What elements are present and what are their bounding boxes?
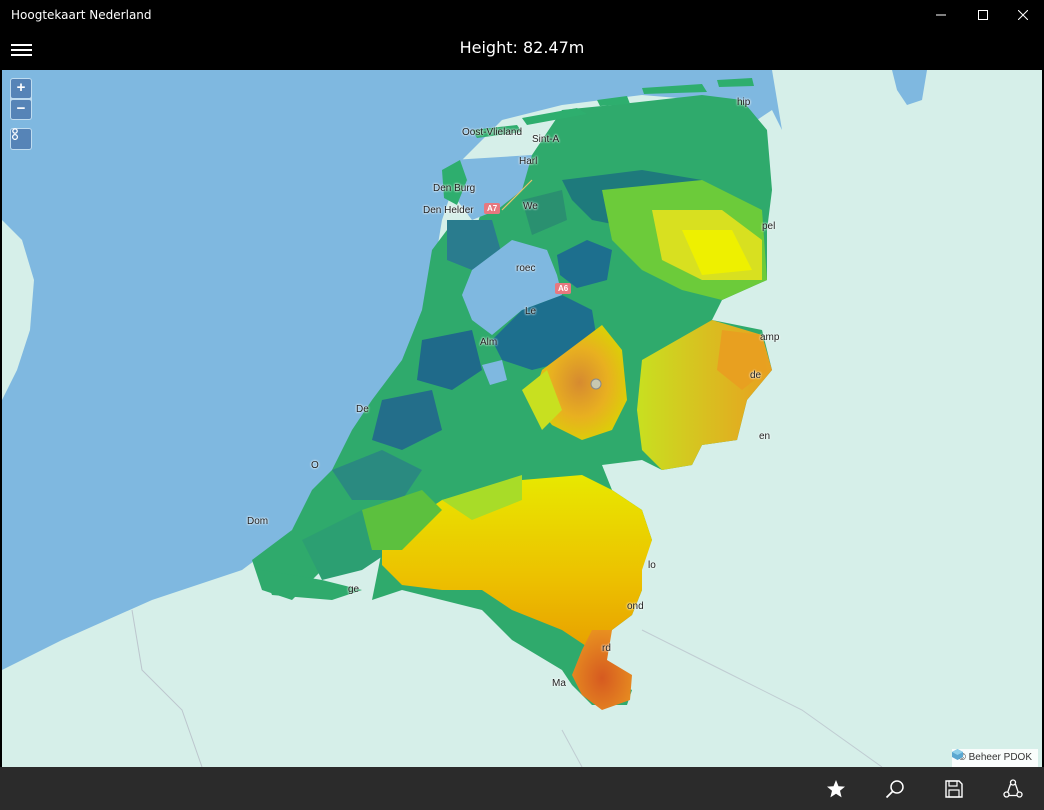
map-canvas	[2, 70, 927, 767]
close-icon	[1018, 10, 1028, 20]
person-icon	[11, 128, 19, 140]
label-oost-vlieland: Oost-Vlieland	[462, 127, 523, 138]
label-den: De	[356, 404, 369, 415]
minimize-button[interactable]	[918, 0, 964, 30]
label-den-helder: Den Helder	[423, 205, 474, 216]
label-dom: Dom	[247, 516, 269, 527]
zoom-out-button[interactable]: −	[11, 100, 31, 119]
search-icon	[885, 780, 904, 799]
label-den-burg: Den Burg	[433, 183, 476, 194]
label-ge: ge	[348, 584, 360, 595]
app-title: Hoogtekaart Nederland	[11, 8, 152, 22]
save-icon	[945, 780, 963, 798]
save-button[interactable]	[939, 775, 969, 803]
label-hamp: amp	[760, 332, 780, 343]
pdok-logo-icon	[952, 749, 964, 760]
label-lo: lo	[648, 560, 656, 571]
label-schip: hip	[737, 97, 751, 108]
label-ond: ond	[627, 601, 644, 612]
label-alm: Alm	[480, 337, 498, 348]
location-marker	[590, 378, 602, 390]
locate-button[interactable]	[11, 128, 31, 149]
height-map[interactable]: A7 A6 Oost-Vlieland Sint-A Harl Den Burg…	[2, 70, 1042, 767]
label-en: en	[759, 431, 771, 442]
share-icon	[1003, 779, 1023, 798]
road-shield-a6: A6	[555, 283, 572, 294]
label-sint-a: Sint-A	[532, 134, 560, 145]
star-icon	[827, 780, 845, 798]
map-attribution: © Beheer PDOK	[952, 749, 1038, 767]
maximize-icon	[978, 10, 988, 20]
label-le: Le	[525, 306, 537, 317]
app-header: Height: 82.47m	[0, 30, 1044, 70]
close-button[interactable]	[1000, 0, 1044, 30]
favorite-button[interactable]	[821, 775, 851, 803]
zoom-in-button[interactable]: +	[11, 79, 31, 98]
label-pel: pel	[762, 221, 776, 232]
locate-control	[10, 128, 32, 150]
label-o: O	[311, 460, 319, 471]
label-we: We	[523, 201, 538, 212]
share-button[interactable]	[998, 775, 1028, 803]
title-bar: Hoogtekaart Nederland	[0, 0, 1044, 30]
zoom-control: + −	[10, 78, 32, 120]
command-bar	[0, 767, 1044, 810]
label-roec: roec	[516, 263, 536, 274]
label-harl: Harl	[519, 156, 538, 167]
height-readout: Height: 82.47m	[459, 38, 585, 57]
minimize-icon	[936, 14, 946, 16]
label-ma: Ma	[552, 678, 566, 689]
attribution-text: © Beheer PDOK	[958, 752, 1032, 763]
label-de: de	[750, 370, 762, 381]
search-button[interactable]	[880, 775, 910, 803]
road-shield-a7: A7	[484, 203, 501, 214]
label-rd: rd	[602, 643, 611, 654]
